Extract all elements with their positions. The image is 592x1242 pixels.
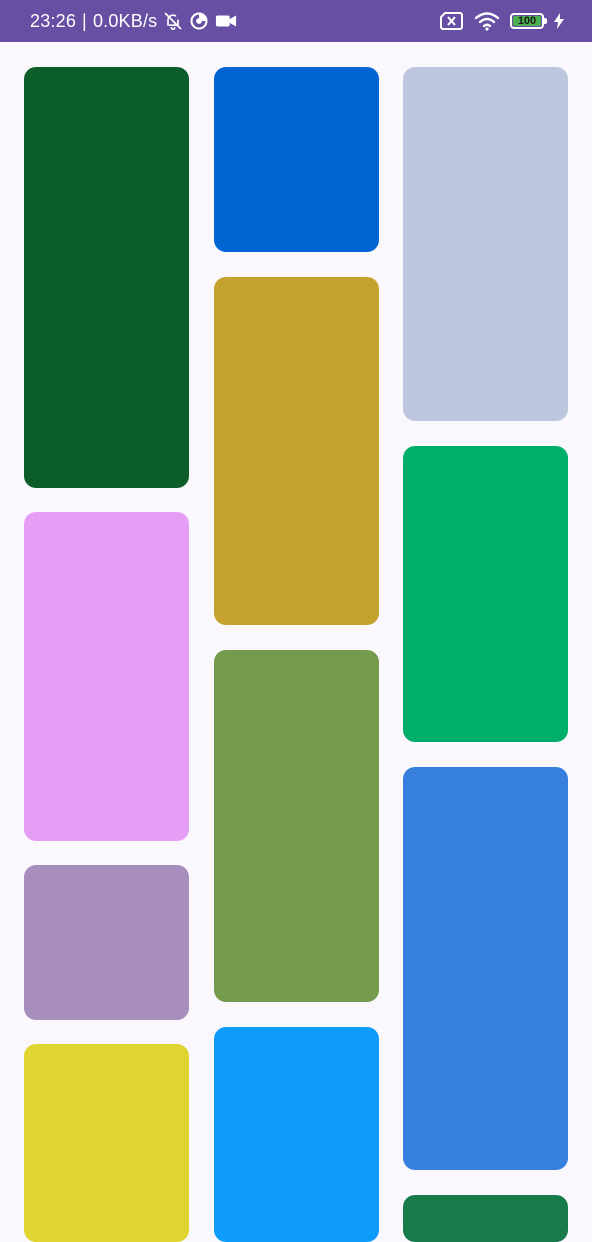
color-card[interactable] bbox=[214, 277, 379, 625]
color-card[interactable] bbox=[214, 650, 379, 1002]
color-card[interactable] bbox=[214, 1027, 379, 1242]
battery-icon: 100 bbox=[510, 13, 547, 29]
charging-bolt-icon bbox=[554, 13, 564, 29]
status-right: 100 bbox=[440, 0, 564, 42]
color-card[interactable] bbox=[403, 67, 568, 421]
battery-level: 100 bbox=[517, 14, 537, 27]
color-card[interactable] bbox=[403, 1195, 568, 1242]
data-saver-icon bbox=[189, 11, 209, 31]
color-card[interactable] bbox=[24, 865, 189, 1020]
color-card[interactable] bbox=[403, 767, 568, 1170]
staggered-color-grid bbox=[0, 42, 592, 1242]
clock: 23:26 bbox=[30, 10, 77, 31]
color-card[interactable] bbox=[214, 67, 379, 252]
status-bar: 23:26 | 0.0KB/s 100 bbox=[0, 0, 592, 42]
color-card[interactable] bbox=[24, 512, 189, 841]
status-separator: | bbox=[82, 10, 87, 31]
bell-off-icon bbox=[163, 11, 183, 31]
video-camera-icon bbox=[215, 13, 237, 29]
sim-none-icon bbox=[440, 12, 464, 30]
network-speed: 0.0KB/s bbox=[92, 10, 158, 31]
status-left: 23:26 | 0.0KB/s bbox=[30, 0, 237, 42]
color-card[interactable] bbox=[403, 446, 568, 742]
wifi-icon bbox=[474, 11, 500, 31]
color-card[interactable] bbox=[24, 1044, 189, 1242]
color-card[interactable] bbox=[24, 67, 189, 488]
